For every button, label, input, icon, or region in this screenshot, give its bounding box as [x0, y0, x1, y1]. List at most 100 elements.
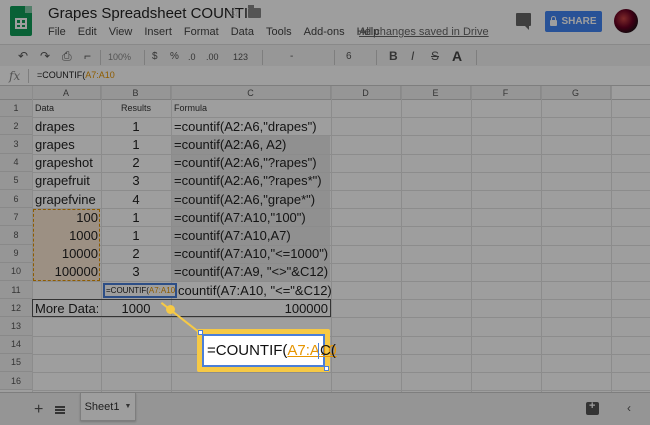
- cell-b1[interactable]: Results: [104, 99, 168, 117]
- cell-b7[interactable]: 1: [104, 208, 168, 226]
- row-header-6[interactable]: 6: [0, 190, 32, 209]
- column-header-f[interactable]: F: [471, 86, 541, 99]
- share-button[interactable]: SHARE: [545, 11, 602, 32]
- row-header-4[interactable]: 4: [0, 153, 32, 172]
- currency-format-button[interactable]: $: [152, 51, 158, 62]
- active-cell-b11[interactable]: =COUNTIF(A7:A10: [103, 283, 177, 299]
- cell-c9[interactable]: =countif(A7:A10,"<=1000"): [174, 245, 328, 263]
- cell-c6[interactable]: =countif(A2:A6,"grape*"): [174, 190, 328, 208]
- cell-b5[interactable]: 3: [104, 172, 168, 190]
- menu-addons[interactable]: Add-ons: [304, 26, 345, 38]
- cell-c12[interactable]: 100000: [174, 299, 328, 317]
- cell-b2[interactable]: 1: [104, 117, 168, 135]
- text-color-button[interactable]: A: [450, 48, 466, 69]
- cell-c8[interactable]: =countif(A7:A10,A7): [174, 226, 328, 244]
- row-header-13[interactable]: 13: [0, 317, 32, 336]
- font-size-select[interactable]: 6: [346, 51, 352, 62]
- row-header-2[interactable]: 2: [0, 117, 32, 136]
- chevron-down-icon[interactable]: ▼: [124, 403, 131, 410]
- row-header-15[interactable]: 15: [0, 353, 32, 372]
- chevron-left-icon[interactable]: ‹: [627, 401, 631, 415]
- cell-b4[interactable]: 2: [104, 154, 168, 172]
- cell-a3[interactable]: grapes: [35, 135, 98, 153]
- cell-b11-range: A7:A10: [148, 286, 176, 296]
- cell-a9[interactable]: 10000: [35, 245, 98, 263]
- folder-icon[interactable]: [248, 5, 261, 18]
- row-header-14[interactable]: 14: [0, 335, 32, 354]
- formula-bar: fx =COUNTIF(A7:A10: [0, 66, 650, 86]
- row-header-7[interactable]: 7: [0, 208, 32, 227]
- menu-insert[interactable]: Insert: [144, 26, 172, 38]
- column-header-b[interactable]: B: [101, 86, 171, 99]
- row-header-10[interactable]: 10: [0, 262, 32, 281]
- cell-a2[interactable]: drapes: [35, 117, 98, 135]
- cell-b12[interactable]: 1000: [104, 299, 168, 317]
- menu-file[interactable]: File: [48, 26, 66, 38]
- cell-a7[interactable]: 100: [35, 208, 98, 226]
- cell-b10[interactable]: 3: [104, 263, 168, 281]
- cell-c4[interactable]: =countif(A2:A6,"?rapes"): [174, 154, 328, 172]
- avatar[interactable]: [614, 9, 638, 33]
- column-header-a[interactable]: A: [32, 86, 101, 99]
- bold-button[interactable]: B: [389, 49, 398, 63]
- sheet-tab[interactable]: Sheet1 ▼: [80, 393, 136, 421]
- cell-c1[interactable]: Formula: [174, 99, 328, 117]
- column-header-g[interactable]: G: [541, 86, 611, 99]
- row-header-8[interactable]: 8: [0, 226, 32, 245]
- all-sheets-icon[interactable]: [55, 406, 65, 414]
- row-header-12[interactable]: 12: [0, 299, 32, 318]
- decrease-decimal-button[interactable]: .0: [188, 52, 196, 62]
- increase-decimal-button[interactable]: .00: [206, 52, 219, 62]
- column-header-c[interactable]: C: [171, 86, 331, 99]
- menu-edit[interactable]: Edit: [78, 26, 97, 38]
- cell-a1[interactable]: Data: [35, 99, 98, 117]
- undo-icon[interactable]: ↶: [18, 49, 28, 63]
- redo-icon[interactable]: ↷: [40, 49, 50, 63]
- menu-view[interactable]: View: [109, 26, 133, 38]
- saved-status-link[interactable]: All changes saved in Drive: [359, 26, 489, 38]
- paint-format-icon[interactable]: ⌐: [84, 49, 91, 63]
- row-header-16[interactable]: 16: [0, 372, 32, 391]
- comments-icon[interactable]: [516, 13, 531, 30]
- percent-format-button[interactable]: %: [170, 51, 179, 62]
- sheets-logo-icon[interactable]: [10, 6, 32, 36]
- cell-a5[interactable]: grapefruit: [35, 172, 98, 190]
- formula-input[interactable]: =COUNTIF(A7:A10: [37, 70, 115, 80]
- cell-b3[interactable]: 1: [104, 135, 168, 153]
- cell-b8[interactable]: 1: [104, 226, 168, 244]
- column-header-e[interactable]: E: [401, 86, 471, 99]
- more-formats-button[interactable]: 123: [233, 52, 248, 62]
- print-icon[interactable]: ⎙: [62, 49, 72, 64]
- cell-c7[interactable]: =countif(A7:A10,"100"): [174, 208, 328, 226]
- select-all-corner[interactable]: [0, 86, 32, 99]
- row-header-5[interactable]: 5: [0, 171, 32, 190]
- italic-button[interactable]: I: [411, 49, 414, 63]
- cell-c10[interactable]: =countif(A7:A9, "<>"&C12): [174, 263, 328, 281]
- menu-tools[interactable]: Tools: [266, 26, 292, 38]
- row-header-1[interactable]: 1: [0, 99, 32, 118]
- cell-c2[interactable]: =countif(A2:A6,"drapes"): [174, 117, 328, 135]
- strikethrough-button[interactable]: S: [431, 49, 439, 63]
- row-header-3[interactable]: 3: [0, 135, 32, 154]
- column-header-d[interactable]: D: [331, 86, 401, 99]
- cell-a6[interactable]: grapefvine: [35, 190, 98, 208]
- cell-a10[interactable]: 100000: [35, 263, 98, 281]
- explore-icon[interactable]: [586, 400, 599, 415]
- cell-c3[interactable]: =countif(A2:A6, A2): [174, 135, 328, 153]
- menu-data[interactable]: Data: [231, 26, 254, 38]
- row-header-9[interactable]: 9: [0, 244, 32, 263]
- cell-a8[interactable]: 1000: [35, 226, 98, 244]
- cell-a4[interactable]: grapeshot: [35, 154, 98, 172]
- star-icon[interactable]: ☆: [228, 4, 241, 21]
- document-title[interactable]: Grapes Spreadsheet COUNTIF: [48, 5, 257, 22]
- cell-c5[interactable]: =countif(A2:A6,"?rapes*"): [174, 172, 328, 190]
- row-header-11[interactable]: 11: [0, 281, 32, 300]
- add-sheet-icon[interactable]: +: [34, 401, 43, 419]
- menu-format[interactable]: Format: [184, 26, 219, 38]
- cell-a12[interactable]: More Data:: [35, 299, 98, 317]
- zoom-select[interactable]: 100%: [108, 52, 131, 62]
- font-select[interactable]: -: [290, 51, 293, 62]
- cell-c11[interactable]: countif(A7:A10, "<="&C12): [178, 281, 332, 299]
- cell-b6[interactable]: 4: [104, 190, 168, 208]
- cell-b9[interactable]: 2: [104, 245, 168, 263]
